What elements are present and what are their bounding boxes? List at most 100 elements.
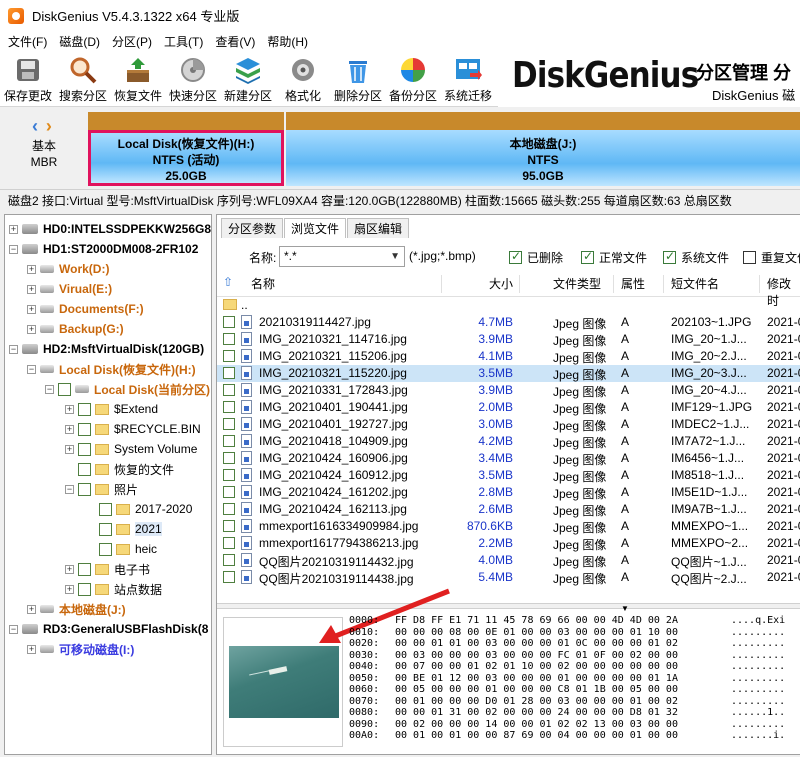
file-row[interactable]: IMG_20210321_115206.jpg 4.1MB Jpeg 图像 A IMG_… (217, 348, 800, 365)
file-row[interactable]: mmexport1617794386213.jpg 2.2MB Jpeg 图像 A MM… (217, 535, 800, 552)
file-checkbox[interactable] (223, 537, 235, 549)
col-size[interactable]: 大小 (489, 275, 513, 292)
system-files-checkbox[interactable]: 系统文件 (663, 249, 729, 266)
file-checkbox[interactable] (223, 503, 235, 515)
tree-item-2017-2020[interactable]: 2017-2020 (99, 499, 192, 519)
tab-browse-files[interactable]: 浏览文件 (284, 218, 347, 238)
file-row[interactable]: IMG_20210424_160906.jpg 3.4MB Jpeg 图像 A IM64… (217, 450, 800, 467)
tree-item-hd1[interactable]: − HD1:ST2000DM008-2FR102 (9, 239, 198, 259)
file-checkbox[interactable] (223, 486, 235, 498)
tree-item-hd0[interactable]: + HD0:INTELSSDPEKKW256G8 (9, 219, 211, 239)
next-disk-arrow-icon[interactable]: › (46, 116, 52, 136)
partition-block-j[interactable]: 本地磁盘(J:) NTFS 95.0GB (286, 112, 800, 186)
tree-checkbox[interactable] (78, 442, 91, 456)
file-checkbox[interactable] (223, 520, 235, 532)
duplicate-files-checkbox[interactable]: 重复文件 (743, 249, 800, 266)
save-changes-button[interactable]: 保存更改 (0, 53, 56, 103)
tree-item-virual[interactable]: + Virual(E:) (27, 279, 112, 299)
tree-checkbox[interactable] (99, 522, 112, 536)
parent-folder-row[interactable]: .. (217, 297, 800, 314)
tree-item-ebooks[interactable]: + 电子书 (65, 559, 150, 579)
file-checkbox[interactable] (223, 316, 235, 328)
tree-item-current-partition[interactable]: − Local Disk(当前分区) (45, 379, 210, 399)
tree-checkbox[interactable] (78, 422, 91, 436)
tree-checkbox[interactable] (78, 402, 91, 416)
deleted-checkbox[interactable]: 已删除 (509, 249, 563, 266)
file-checkbox[interactable] (223, 554, 235, 566)
file-checkbox[interactable] (223, 401, 235, 413)
col-type[interactable]: 文件类型 (553, 275, 601, 292)
file-row[interactable]: IMG_20210401_192727.jpg 3.0MB Jpeg 图像 A IMDE… (217, 416, 800, 433)
recover-files-button[interactable]: 恢复文件 (110, 53, 166, 103)
file-checkbox[interactable] (223, 333, 235, 345)
tab-sector-edit[interactable]: 扇区编辑 (347, 218, 410, 238)
file-row[interactable]: 20210319114427.jpg 4.7MB Jpeg 图像 A 202103~1.… (217, 314, 800, 331)
system-migrate-button[interactable]: 系统迁移 (440, 53, 496, 103)
normal-files-checkbox[interactable]: 正常文件 (581, 249, 647, 266)
tree-checkbox[interactable] (78, 562, 91, 576)
col-name[interactable]: 名称 (251, 275, 275, 292)
tree-item-hd2[interactable]: − HD2:MsftVirtualDisk(120GB) (9, 339, 204, 359)
tree-checkbox[interactable] (58, 382, 71, 396)
file-row[interactable]: IMG_20210331_172843.jpg 3.9MB Jpeg 图像 A IMG_… (217, 382, 800, 399)
menu-partition[interactable]: 分区(P) (106, 33, 158, 50)
file-row[interactable]: IMG_20210401_190441.jpg 2.0MB Jpeg 图像 A IMF1… (217, 399, 800, 416)
format-button[interactable]: 格式化 (275, 53, 331, 103)
tree-item-photos[interactable]: − 照片 (65, 479, 138, 499)
tree-item-removable-i[interactable]: + 可移动磁盘(I:) (27, 639, 134, 659)
file-checkbox[interactable] (223, 469, 235, 481)
prev-disk-arrow-icon[interactable]: ‹ (32, 116, 38, 136)
menu-help[interactable]: 帮助(H) (261, 33, 314, 50)
file-row[interactable]: IMG_20210424_160912.jpg 3.5MB Jpeg 图像 A IM85… (217, 467, 800, 484)
file-row[interactable]: QQ图片20210319114438.jpg 5.4MB Jpeg 图像 A QQ图片~… (217, 569, 800, 586)
preview-splitter[interactable]: ▼ (217, 603, 800, 613)
tree-item-local-disk-h[interactable]: − Local Disk(恢复文件)(H:) (27, 359, 196, 379)
tree-checkbox[interactable] (78, 582, 91, 596)
tree-item-local-disk-j[interactable]: + 本地磁盘(J:) (27, 599, 126, 619)
search-partition-button[interactable]: 搜索分区 (55, 53, 111, 103)
file-row[interactable]: IMG_20210418_104909.jpg 4.2MB Jpeg 图像 A IM7A… (217, 433, 800, 450)
file-checkbox[interactable] (223, 350, 235, 362)
tree-item-2021[interactable]: 2021 (99, 519, 162, 539)
tree-item-extend[interactable]: + $Extend (65, 399, 158, 419)
tab-partition-params[interactable]: 分区参数 (221, 218, 284, 238)
file-checkbox[interactable] (223, 367, 235, 379)
collapse-arrow-icon[interactable]: ▼ (621, 604, 629, 613)
tree-checkbox[interactable] (99, 502, 112, 516)
tree-item-rd3[interactable]: − RD3:GeneralUSBFlashDisk(8 (9, 619, 208, 639)
menu-tools[interactable]: 工具(T) (158, 33, 209, 50)
file-checkbox[interactable] (223, 384, 235, 396)
backup-partition-button[interactable]: 备份分区 (385, 53, 441, 103)
file-checkbox[interactable] (223, 571, 235, 583)
file-checkbox[interactable] (223, 435, 235, 447)
file-checkbox[interactable] (223, 418, 235, 430)
menu-view[interactable]: 查看(V) (209, 33, 261, 50)
file-checkbox[interactable] (223, 452, 235, 464)
partition-block-h[interactable]: Local Disk(恢复文件)(H:) NTFS (活动) 25.0GB (88, 112, 284, 186)
menu-disk[interactable]: 磁盘(D) (53, 33, 106, 50)
tree-item-backup[interactable]: + Backup(G:) (27, 319, 124, 339)
file-row[interactable]: mmexport1616334909984.jpg 870.6KB Jpeg 图像 A… (217, 518, 800, 535)
new-partition-button[interactable]: 新建分区 (220, 53, 276, 103)
tree-item-site-data[interactable]: + 站点数据 (65, 579, 162, 599)
tree-item-documents[interactable]: + Documents(F:) (27, 299, 144, 319)
tree-item-recycle-bin[interactable]: + $RECYCLE.BIN (65, 419, 201, 439)
chevron-down-icon[interactable]: ▼ (390, 247, 400, 266)
tree-item-system-volume[interactable]: + System Volume (65, 439, 197, 459)
file-row[interactable]: QQ图片20210319114432.jpg 4.0MB Jpeg 图像 A QQ图片~… (217, 552, 800, 569)
delete-partition-button[interactable]: 删除分区 (330, 53, 386, 103)
menu-file[interactable]: 文件(F) (2, 33, 53, 50)
tree-checkbox[interactable] (99, 542, 112, 556)
col-attr[interactable]: 属性 (621, 275, 645, 292)
file-row[interactable]: IMG_20210424_162113.jpg 2.6MB Jpeg 图像 A IM9A… (217, 501, 800, 518)
col-short-name[interactable]: 短文件名 (671, 275, 719, 292)
tree-item-heic[interactable]: heic (99, 539, 157, 559)
name-filter-combobox[interactable]: *.* ▼ (279, 246, 405, 267)
file-row[interactable]: IMG_20210424_161202.jpg 2.8MB Jpeg 图像 A IM5E… (217, 484, 800, 501)
tree-checkbox[interactable] (78, 462, 91, 476)
tree-checkbox[interactable] (78, 482, 91, 496)
up-folder-icon[interactable]: ⇧ (223, 275, 233, 289)
tree-item-recovered-files[interactable]: 恢复的文件 (78, 459, 174, 479)
tree-item-work[interactable]: + Work(D:) (27, 259, 109, 279)
file-row[interactable]: IMG_20210321_115220.jpg 3.5MB Jpeg 图像 A IMG_… (217, 365, 800, 382)
